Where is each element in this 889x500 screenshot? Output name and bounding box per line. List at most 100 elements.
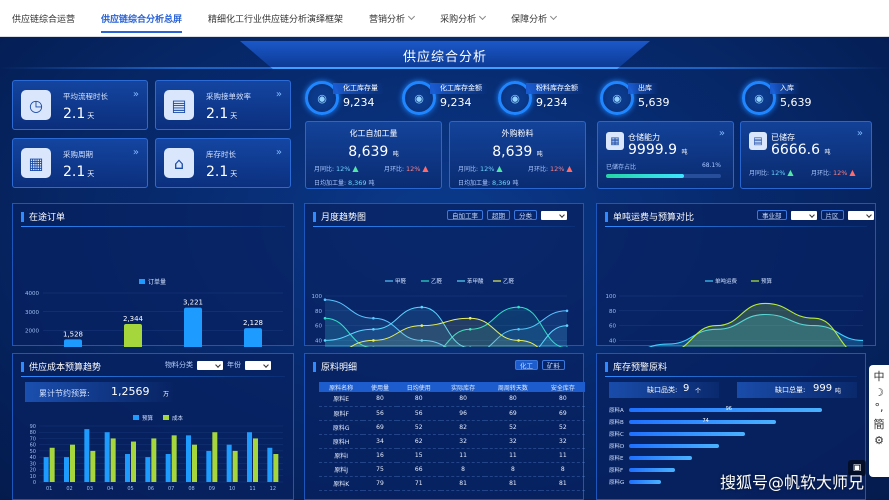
inventory-bar-track: 74 — [629, 418, 839, 424]
legend-label: 订单量 — [148, 278, 166, 286]
trend-line-chart: 甲醛乙醛苯甲酸乙醛020406080100010203040506 — [312, 277, 569, 347]
card-mom: 月同比: 12% ▲ — [749, 168, 794, 177]
watermark: 搜狐号@帆软大师兄 — [719, 473, 864, 492]
stat-value: 9,234 — [536, 96, 568, 109]
nav-item-assurance[interactable]: 保障分析 — [511, 0, 558, 37]
nav-label: 采购分析 — [440, 14, 477, 25]
stat-value: 9,234 — [440, 96, 472, 109]
table-cell: 52 — [540, 420, 585, 435]
card-storage-capacity[interactable]: 仓储能力 ▦ 9999.9 吨 » 已储存占比 68.1% — [597, 121, 734, 189]
bar — [267, 447, 273, 482]
kpi-avg-process-time[interactable]: ◷ 平均流程时长 2.1 天 » — [12, 80, 148, 130]
freight-area-chart: 单吨运费预算020406080100010203040506 — [606, 277, 864, 347]
table-row[interactable]: 原料F 56 56 96 69 69 — [319, 406, 585, 421]
card-footnote: 日均加工量: 8,369 吨 — [458, 179, 519, 187]
table-cell: 原料J — [319, 462, 364, 477]
column-header: 日均使用 — [396, 382, 441, 392]
card-yoy: 月环比: 12% ▲ — [384, 164, 429, 173]
data-point — [323, 316, 327, 320]
moon-icon[interactable]: ☽ — [874, 386, 884, 399]
card-self-processing[interactable]: 化工自加工量 8,639 吨 月同比: 12% ▲ 月环比: 12% ▲ 日均加… — [305, 121, 442, 189]
kpi-value: 2.1 天 — [206, 106, 238, 122]
table-cell: 80 — [396, 392, 441, 407]
top-nav: 供应链综合运营 供应链综合分析总屏 精细化工行业供应链分析演绎框架 营销分析 采… — [0, 0, 889, 37]
legend-label: 预算 — [142, 414, 154, 422]
bar — [124, 324, 142, 347]
kpi-procurement-efficiency[interactable]: ▤ 采购接单效率 2.1 天 » — [155, 80, 291, 130]
kpi-procurement-cycle[interactable]: ▦ 采购周期 2.1 天 » — [12, 138, 148, 188]
shortage-value: 9 — [683, 383, 690, 394]
inventory-bar-value: 96 — [725, 406, 732, 412]
lang-chinese-button[interactable]: 中 — [874, 368, 885, 384]
bar — [192, 444, 197, 482]
y-tick-label: 100 — [312, 294, 323, 300]
progress-track — [606, 174, 721, 178]
legend-swatch — [139, 279, 145, 284]
legend-label: 乙醛 — [503, 277, 515, 285]
card-yoy: 月环比: 12% ▲ — [528, 164, 573, 173]
table-cell: 原料G — [319, 420, 364, 435]
lang-traditional-button[interactable]: 簡 — [874, 416, 885, 432]
shortage-category-badge: 缺口品类: 9 个 — [609, 382, 719, 398]
data-point — [323, 298, 327, 301]
table-row[interactable]: 原料K 79 71 81 81 81 — [319, 476, 585, 491]
tab-chemical[interactable]: 化工 — [515, 360, 538, 370]
table-cell: 11 — [540, 448, 585, 463]
card-outsourced-powder[interactable]: 外购粉料 8,639 吨 月同比: 12% ▲ 月环比: 12% ▲ 日均加工量… — [449, 121, 586, 189]
table-cell: 11 — [485, 448, 541, 463]
bar — [171, 435, 177, 482]
nav-label: 精细化工行业供应链分析演绎框架 — [208, 14, 344, 25]
double-chevron-right-icon[interactable]: » — [133, 89, 139, 100]
data-point — [372, 316, 375, 320]
bar — [104, 432, 110, 482]
bar — [84, 429, 90, 482]
table-cell: 81 — [540, 476, 585, 491]
table-cell: 79 — [363, 476, 397, 491]
panel-freight-budget: 单吨运费与预算对比 事业部 片区 单吨运费预算02040608010001020… — [596, 203, 876, 347]
legend-swatch — [133, 415, 139, 420]
gear-icon[interactable]: ⚙ — [874, 434, 884, 447]
double-chevron-right-icon[interactable]: » — [133, 147, 139, 158]
table-cell: 82 — [440, 420, 486, 435]
card-title: 外购粉料 — [501, 129, 534, 138]
table-row[interactable]: 原料H 34 62 32 32 32 — [319, 434, 585, 449]
legend-label: 乙醛 — [431, 277, 443, 285]
card-mom: 月同比: 12% ▲ — [458, 164, 503, 173]
card-stored[interactable]: 已储存 ▤ 6666.6 吨 » 月同比: 12% ▲ 月环比: 12% ▲ — [740, 121, 872, 189]
bar — [49, 447, 55, 482]
table-row[interactable]: 原料G 69 52 82 52 52 — [319, 420, 585, 435]
y-tick-label: 50 — [30, 449, 36, 455]
nav-item-procurement[interactable]: 采购分析 — [440, 0, 487, 37]
double-chevron-right-icon[interactable]: » — [276, 89, 282, 100]
y-tick-label: 70 — [30, 436, 36, 442]
kpi-inventory-duration[interactable]: ⌂ 库存时长 2.1 天 » — [155, 138, 291, 188]
inventory-bar-label: 原料B — [609, 420, 624, 426]
kpi-value: 2.1 天 — [63, 106, 95, 122]
nav-item-supply-overview[interactable]: 供应链综合分析总屏 — [101, 0, 183, 37]
x-tick-label: 07 — [168, 486, 174, 492]
table-cell: 80 — [485, 392, 541, 407]
table-row[interactable]: 原料E 80 80 80 80 80 — [319, 392, 585, 407]
table-cell: 71 — [396, 476, 441, 491]
nav-item-supply-ops[interactable]: 供应链综合运营 — [12, 0, 75, 37]
table-row[interactable]: 原料I 16 15 11 11 11 — [319, 448, 585, 463]
inventory-bar — [629, 468, 676, 472]
double-chevron-right-icon[interactable]: » — [857, 128, 863, 139]
kpi-label: 采购周期 — [63, 150, 93, 159]
nav-item-marketing[interactable]: 营销分析 — [369, 0, 416, 37]
punctuation-icon[interactable]: °, — [875, 401, 884, 414]
tab-mineral[interactable]: 矿料 — [542, 360, 565, 370]
bar — [165, 454, 171, 482]
table-cell: 80 — [540, 392, 585, 407]
y-tick-label: 80 — [315, 309, 322, 315]
data-point — [517, 339, 520, 342]
table-row[interactable]: 原料J 75 66 8 8 8 — [319, 462, 585, 477]
table-cell: 75 — [363, 462, 397, 477]
nav-label: 供应链综合运营 — [12, 14, 76, 25]
progress-pct: 68.1% — [701, 162, 721, 169]
card-footnote: 日均加工量: 8,369 吨 — [314, 179, 375, 187]
nav-item-chemical-framework[interactable]: 精细化工行业供应链分析演绎框架 — [208, 0, 343, 37]
table-cell: 32 — [485, 434, 541, 449]
double-chevron-right-icon[interactable]: » — [276, 147, 282, 158]
double-chevron-right-icon[interactable]: » — [719, 128, 725, 139]
